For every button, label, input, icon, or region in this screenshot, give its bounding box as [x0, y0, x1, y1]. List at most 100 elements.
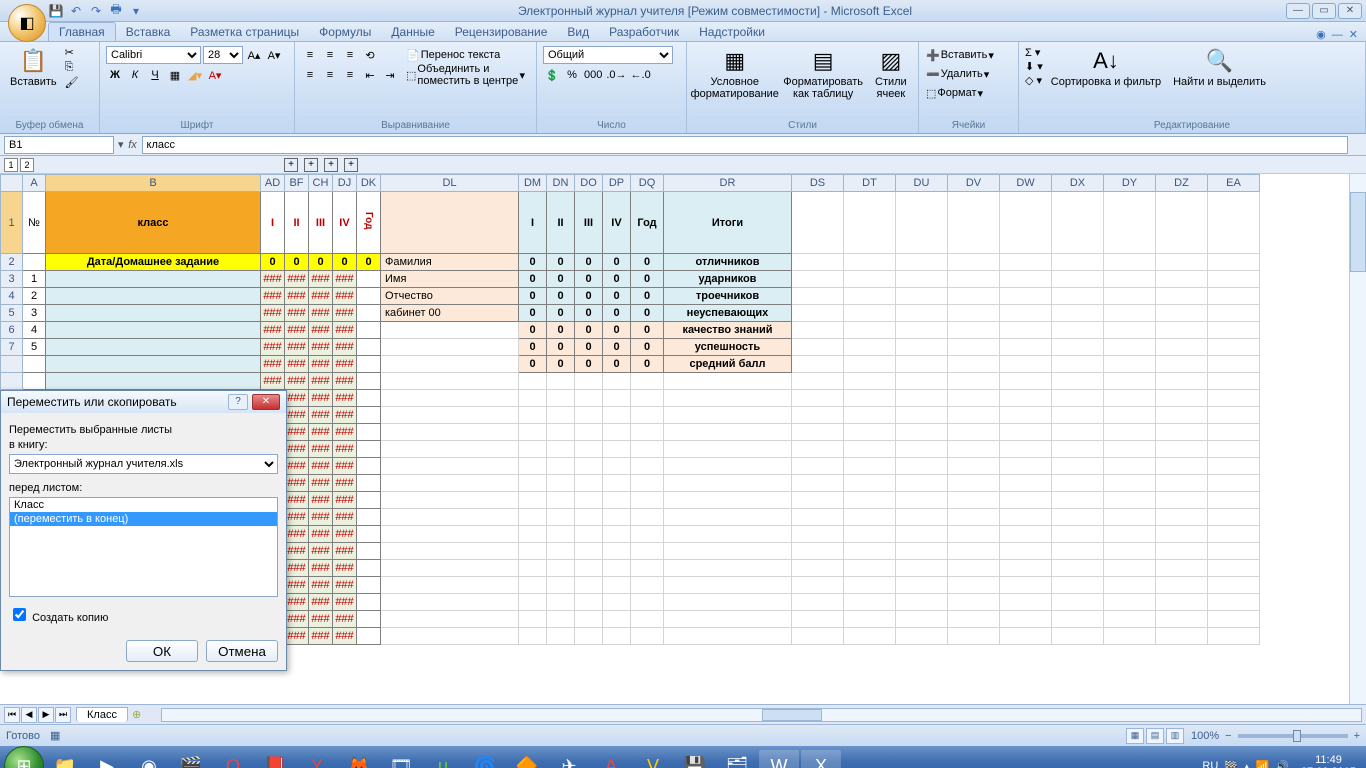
col-header[interactable]: DY	[1104, 175, 1156, 192]
taskbar-save-icon[interactable]: 💾	[675, 750, 715, 768]
col-header[interactable]: DL	[381, 175, 519, 192]
fontcolor-icon[interactable]: A▾	[206, 66, 224, 84]
ribbon-minimize-icon[interactable]: —	[1332, 29, 1343, 41]
taskbar-app5-icon[interactable]: A	[591, 750, 631, 768]
tab-insert[interactable]: Вставка	[116, 23, 181, 41]
cell[interactable]: IV	[603, 192, 631, 254]
find-select-button[interactable]: 🔍Найти и выделить	[1169, 46, 1270, 90]
maximize-button[interactable]: ▭	[1312, 3, 1336, 19]
list-item[interactable]: (переместить в конец)	[10, 512, 277, 526]
col-header[interactable]: DQ	[631, 175, 664, 192]
formatpainter-icon[interactable]: 🖌	[65, 76, 79, 89]
cell[interactable]: III	[309, 192, 333, 254]
cell[interactable]: Год	[631, 192, 664, 254]
col-header[interactable]: DM	[519, 175, 547, 192]
col-header[interactable]: DK	[357, 175, 381, 192]
align-top-icon[interactable]: ≡	[301, 46, 319, 64]
taskbar-mpc-icon[interactable]: 🎬	[171, 750, 211, 768]
cell[interactable]: Дата/Домашнее задание	[46, 254, 261, 271]
font-size-select[interactable]: 28	[203, 46, 243, 64]
col-header[interactable]: EA	[1208, 175, 1260, 192]
align-bot-icon[interactable]: ≡	[341, 46, 359, 64]
grow-font-icon[interactable]: A▴	[245, 46, 263, 64]
quickprint-icon[interactable]: 🖶	[108, 3, 124, 19]
sheet-nav-next[interactable]: ▶	[38, 707, 54, 723]
underline-button[interactable]: Ч	[146, 66, 164, 84]
name-box[interactable]: B1	[4, 136, 114, 154]
taskbar-app7-icon[interactable]: 🗂	[717, 750, 757, 768]
fx-icon[interactable]: fx	[124, 139, 142, 151]
cell[interactable]: III	[575, 192, 603, 254]
cell-klass[interactable]: класс	[46, 192, 261, 254]
ok-button[interactable]: ОК	[126, 640, 198, 662]
delete-cells-button[interactable]: ➖ Удалить ▾	[925, 65, 990, 83]
col-header[interactable]: BF	[285, 175, 309, 192]
autosum-icon[interactable]: Σ ▾	[1025, 46, 1043, 59]
sheet-listbox[interactable]: Класс (переместить в конец)	[9, 497, 278, 597]
cell[interactable]: Год	[357, 192, 381, 254]
ribbon-close-icon[interactable]: ✕	[1349, 28, 1358, 41]
col-header[interactable]: A	[23, 175, 46, 192]
create-copy-checkbox[interactable]	[13, 608, 26, 621]
number-format-select[interactable]: Общий	[543, 46, 673, 64]
col-header[interactable]: DW	[1000, 175, 1052, 192]
italic-button[interactable]: К	[126, 66, 144, 84]
tray-sound-icon[interactable]: 🔊	[1275, 760, 1289, 768]
taskbar-opera-icon[interactable]: O	[213, 750, 253, 768]
shrink-font-icon[interactable]: A▾	[265, 46, 283, 64]
tab-addins[interactable]: Надстройки	[689, 23, 775, 41]
outline-expand-2[interactable]: +	[304, 158, 318, 172]
new-sheet-icon[interactable]: ⊕	[132, 708, 141, 721]
taskbar-media-icon[interactable]: ▶	[87, 750, 127, 768]
clear-icon[interactable]: ◇ ▾	[1025, 74, 1043, 87]
col-header[interactable]: B	[46, 175, 261, 192]
view-normal-icon[interactable]: ▦	[1126, 728, 1144, 744]
taskbar-excel-icon[interactable]: X	[801, 750, 841, 768]
taskbar-app6-icon[interactable]: V	[633, 750, 673, 768]
col-header[interactable]: DP	[603, 175, 631, 192]
row-header[interactable]: 2	[1, 254, 23, 271]
taskbar-app1-icon[interactable]: 🎞	[381, 750, 421, 768]
dialog-help-icon[interactable]: ?	[228, 394, 248, 410]
horizontal-scrollbar[interactable]	[161, 708, 1362, 722]
col-header[interactable]: DV	[948, 175, 1000, 192]
tab-developer[interactable]: Разработчик	[599, 23, 689, 41]
bold-button[interactable]: Ж	[106, 66, 124, 84]
col-header[interactable]: DR	[664, 175, 792, 192]
view-layout-icon[interactable]: ▤	[1146, 728, 1164, 744]
list-item[interactable]: Класс	[10, 498, 277, 512]
cell[interactable]	[381, 192, 519, 254]
copy-icon[interactable]: ⎘	[65, 61, 79, 74]
format-cells-button[interactable]: ⬚ Формат ▾	[925, 84, 984, 102]
outline-expand-1[interactable]: +	[284, 158, 298, 172]
fill-icon[interactable]: ⬇ ▾	[1025, 60, 1043, 73]
office-button[interactable]: ◧	[8, 4, 46, 42]
col-header[interactable]: CH	[309, 175, 333, 192]
tray-network-icon[interactable]: 📶	[1256, 760, 1270, 768]
zoom-level[interactable]: 100%	[1191, 730, 1219, 742]
indent-inc-icon[interactable]: ⇥	[381, 66, 399, 84]
col-header[interactable]: DN	[547, 175, 575, 192]
tab-home[interactable]: Главная	[48, 22, 116, 41]
taskbar-app3-icon[interactable]: 🔶	[507, 750, 547, 768]
taskbar-yandex-icon[interactable]: Y	[297, 750, 337, 768]
cut-icon[interactable]: ✂	[65, 46, 79, 59]
book-select[interactable]: Электронный журнал учителя.xls	[9, 454, 278, 474]
font-name-select[interactable]: Calibri	[106, 46, 201, 64]
tray-lang[interactable]: RU	[1202, 760, 1218, 768]
sheet-nav-first[interactable]: ⏮	[4, 707, 20, 723]
outline-level-2[interactable]: 2	[20, 158, 34, 172]
orientation-icon[interactable]: ⟲	[361, 46, 379, 64]
col-header[interactable]: DZ	[1156, 175, 1208, 192]
taskbar-aimp-icon[interactable]: ◉	[129, 750, 169, 768]
redo-icon[interactable]: ↷	[88, 3, 104, 19]
percent-icon[interactable]: %	[563, 66, 581, 84]
tray-flag-icon[interactable]: 🏁	[1224, 760, 1238, 768]
border-icon[interactable]: ▦	[166, 66, 184, 84]
tab-pagelayout[interactable]: Разметка страницы	[180, 23, 309, 41]
format-table-button[interactable]: ▤Форматировать как таблицу	[781, 46, 866, 102]
insert-cells-button[interactable]: ➕ Вставить ▾	[925, 46, 995, 64]
outline-expand-4[interactable]: +	[344, 158, 358, 172]
qat-more-icon[interactable]: ▾	[128, 3, 144, 19]
cell[interactable]: IV	[333, 192, 357, 254]
